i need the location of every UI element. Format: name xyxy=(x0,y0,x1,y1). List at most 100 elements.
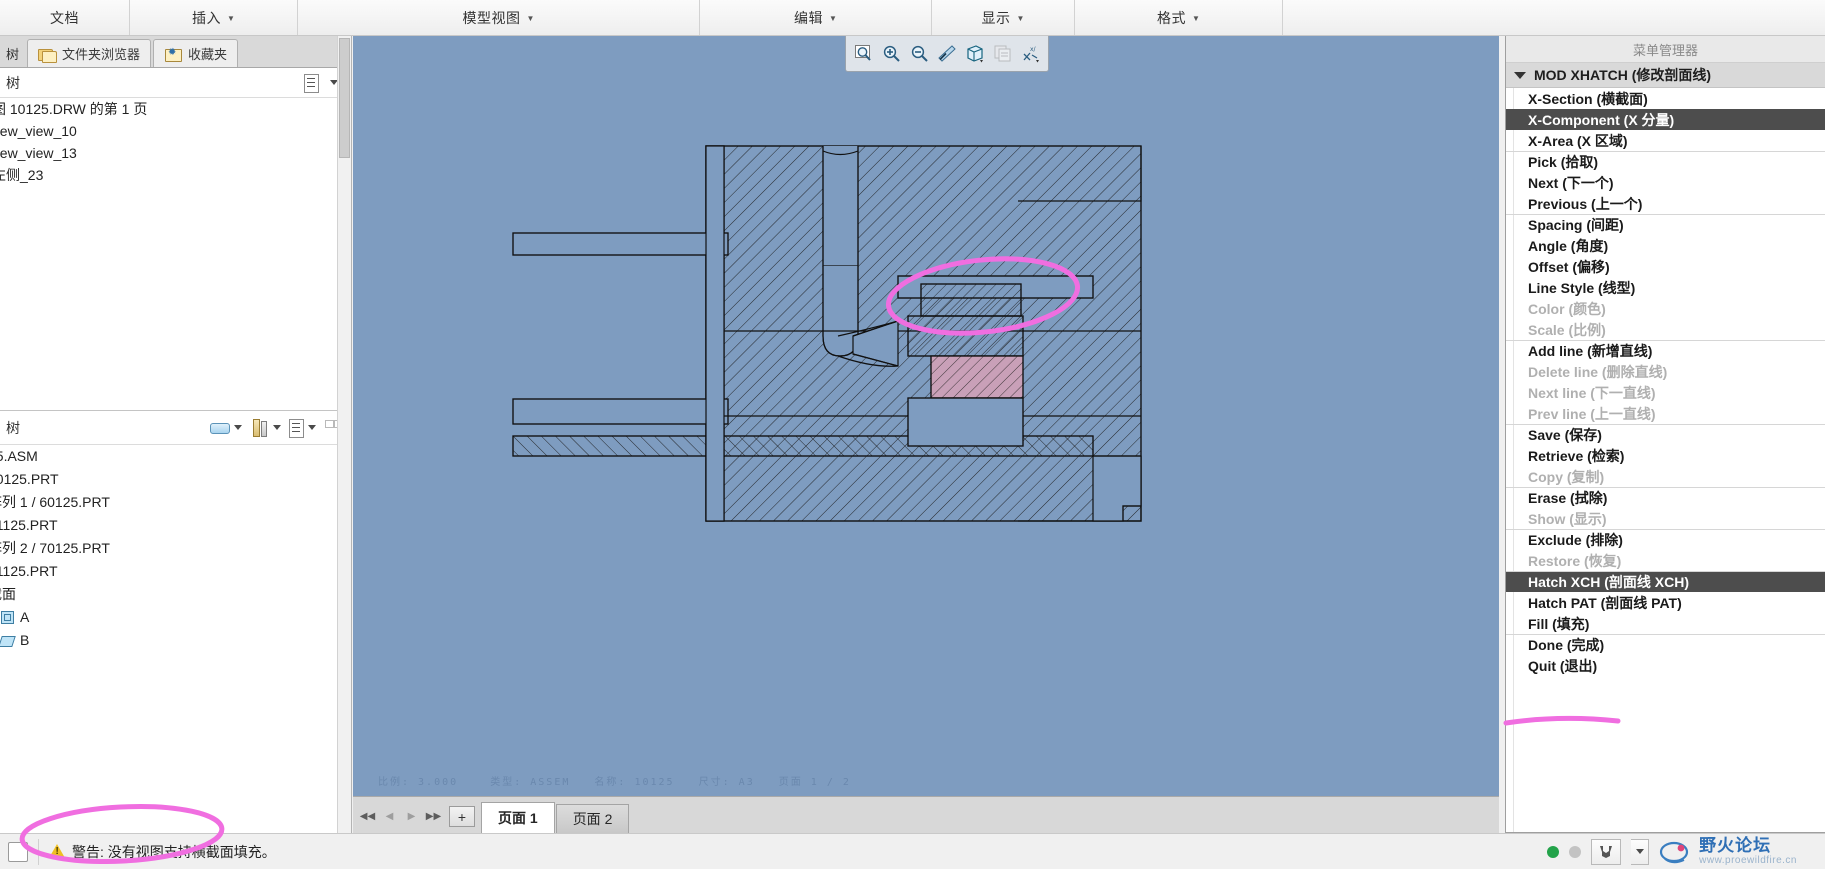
menu-label: 编辑 xyxy=(794,9,824,26)
tree-item-left-23[interactable]: 左侧_23 xyxy=(0,164,351,186)
model-item-label: A xyxy=(20,609,30,625)
menu-item-model-view[interactable]: 模型视图 ▼ xyxy=(298,0,700,35)
status-led-green xyxy=(1547,845,1560,858)
menu-item-edit[interactable]: 编辑 ▼ xyxy=(700,0,932,35)
menu-bar-filler xyxy=(1283,0,1825,35)
model-item-label: 阵列 1 / 60125.PRT xyxy=(0,494,110,510)
menu-item-hatch-xch[interactable]: Hatch XCH (剖面线 XCH) xyxy=(1506,571,1825,592)
status-bar: 警告: 没有视图支持横截面填充。 野火论坛 xyxy=(0,833,1825,869)
next-page-icon[interactable]: ▶ xyxy=(401,806,422,827)
warning-triangle-icon xyxy=(49,844,66,859)
tab-favorites[interactable]: 收藏夹 xyxy=(153,39,239,67)
model-tree-list[interactable]: 25.ASM 60125.PRT 阵列 1 / 60125.PRT 61125.… xyxy=(0,445,351,815)
model-tree-item[interactable]: 阵列 1 / 60125.PRT xyxy=(0,491,351,514)
menu-item-offset[interactable]: Offset (偏移) xyxy=(1506,256,1825,277)
status-led-gray xyxy=(1569,845,1582,858)
first-page-icon[interactable]: ◀◀ xyxy=(357,806,378,827)
list-settings-icon[interactable] xyxy=(301,72,323,94)
drawing-tree-list[interactable]: 图 10125.DRW 的第 1 页 new_view_10 new_view_… xyxy=(0,98,351,410)
left-panel-scrollbar[interactable] xyxy=(337,36,351,833)
swirl-icon xyxy=(1659,839,1693,865)
tree-item-view-10[interactable]: new_view_10 xyxy=(0,120,351,142)
svg-text:x/: x/ xyxy=(1030,46,1037,53)
model-tree-item[interactable]: 60125.PRT xyxy=(0,468,351,491)
add-page-button[interactable]: + xyxy=(449,806,475,827)
zoom-area-icon[interactable] xyxy=(850,40,876,68)
drawing-graphics xyxy=(512,145,1142,522)
left-navigator-panel: 树 文件夹浏览器 收藏夹 树 图 10125.DRW 的第 1 页 new_vi… xyxy=(0,36,352,833)
menu-item-spacing[interactable]: Spacing (间距) xyxy=(1506,214,1825,235)
scrollbar-thumb[interactable] xyxy=(339,38,350,158)
logo-subtitle: www.proewildfire.cn xyxy=(1699,855,1797,867)
selection-filter-button[interactable] xyxy=(1591,838,1622,865)
view-floating-toolbar[interactable]: x/ xyxy=(845,36,1049,72)
selection-filter-dropdown[interactable] xyxy=(1631,838,1650,865)
menu-item-erase[interactable]: Erase (拭除) xyxy=(1506,487,1825,508)
list-settings-icon[interactable] xyxy=(289,418,305,438)
status-checkbox[interactable] xyxy=(8,841,28,862)
page-tab-1[interactable]: 页面 1 xyxy=(481,802,555,833)
menu-item-exclude[interactable]: Exclude (排除) xyxy=(1506,529,1825,550)
model-tree-item[interactable]: 61125.PRT xyxy=(0,514,351,537)
section-a-icon xyxy=(0,611,15,624)
menu-item-pick[interactable]: Pick (拾取) xyxy=(1506,151,1825,172)
model-tree-header: 树 xyxy=(0,411,351,445)
tools-settings-icon[interactable] xyxy=(250,418,270,437)
model-tree-item-section-b[interactable]: B xyxy=(0,629,351,652)
menu-item-format[interactable]: 格式 ▼ xyxy=(1075,0,1283,35)
logo-title: 野火论坛 xyxy=(1699,835,1772,855)
display-style-icon[interactable] xyxy=(962,40,988,68)
model-item-label: 25.ASM xyxy=(0,448,38,464)
menu-item-add-line[interactable]: Add line (新增直线) xyxy=(1506,340,1825,361)
menu-item-insert[interactable]: 插入 ▼ xyxy=(130,0,298,35)
last-page-icon[interactable]: ▶▶ xyxy=(423,806,444,827)
menu-item-x-area[interactable]: X-Area (X 区域) xyxy=(1506,130,1825,151)
zoom-in-icon[interactable] xyxy=(878,40,904,68)
menu-item-x-component[interactable]: X-Component (X 分量) xyxy=(1506,109,1825,130)
chevron-down-icon[interactable] xyxy=(273,425,281,430)
repaint-icon[interactable] xyxy=(934,40,960,68)
annotation-display-icon[interactable]: x/ xyxy=(1018,40,1044,68)
menu-item-line-style[interactable]: Line Style (线型) xyxy=(1506,277,1825,298)
menu-item-next[interactable]: Next (下一个) xyxy=(1506,172,1825,193)
page-tab-2[interactable]: 页面 2 xyxy=(555,804,630,833)
cube-display-icon[interactable] xyxy=(209,420,231,436)
menu-item-previous[interactable]: Previous (上一个) xyxy=(1506,193,1825,214)
menu-item-x-section[interactable]: X-Section (横截面) xyxy=(1506,88,1825,109)
chevron-down-icon[interactable] xyxy=(234,425,242,430)
tree-item-view-13[interactable]: new_view_13 xyxy=(0,142,351,164)
chevron-down-icon[interactable] xyxy=(308,425,316,430)
menu-item-retrieve[interactable]: Retrieve (检索) xyxy=(1506,445,1825,466)
model-tree-item[interactable]: 71125.PRT xyxy=(0,560,351,583)
layers-icon xyxy=(990,40,1016,68)
menu-item-document[interactable]: 文档 xyxy=(0,0,130,35)
folders-icon xyxy=(38,46,58,63)
menu-item-next-line: Next line (下一直线) xyxy=(1528,384,1656,401)
menu-label: 文档 xyxy=(50,9,79,26)
menu-item-fill[interactable]: Fill (填充) xyxy=(1506,613,1825,634)
zoom-out-icon[interactable] xyxy=(906,40,932,68)
menu-item-display[interactable]: 显示 ▼ xyxy=(932,0,1075,35)
tree-item-sheet[interactable]: 图 10125.DRW 的第 1 页 xyxy=(0,98,351,120)
page-nav-buttons[interactable]: ◀◀ ◀ ▶ ▶▶ + xyxy=(357,804,481,833)
prev-page-icon[interactable]: ◀ xyxy=(379,806,400,827)
status-bar-right: 野火论坛 www.proewildfire.cn xyxy=(1547,835,1825,867)
model-tree-item-sections[interactable]: 截面 xyxy=(0,583,351,606)
model-tree-item[interactable]: 阵列 2 / 70125.PRT xyxy=(0,537,351,560)
menu-item-angle[interactable]: Angle (角度) xyxy=(1506,235,1825,256)
model-tree-item[interactable]: 25.ASM xyxy=(0,445,351,468)
menu-item-hatch-pat[interactable]: Hatch PAT (剖面线 PAT) xyxy=(1506,592,1825,613)
tab-folder-browser[interactable]: 文件夹浏览器 xyxy=(27,39,152,67)
menu-item-save[interactable]: Save (保存) xyxy=(1506,424,1825,445)
drawing-canvas[interactable]: x/ 比例: 3.000 类型: ASSEM 名称: 10125 尺寸: A3 … xyxy=(353,36,1499,796)
section-b-icon xyxy=(0,634,15,647)
menu-item-show: Show (显示) xyxy=(1528,510,1607,527)
menu-item-done[interactable]: Done (完成) xyxy=(1506,634,1825,655)
model-tree-item-section-a[interactable]: A xyxy=(0,606,351,629)
drawing-tree-title: 树 xyxy=(6,74,20,91)
model-item-label: 71125.PRT xyxy=(0,563,58,579)
tab-label: 树 xyxy=(6,46,20,62)
menu-item-quit[interactable]: Quit (退出) xyxy=(1506,655,1825,676)
tab-tree[interactable]: 树 xyxy=(0,39,25,67)
menu-manager-group-header[interactable]: MOD XHATCH (修改剖面线) xyxy=(1506,63,1825,88)
